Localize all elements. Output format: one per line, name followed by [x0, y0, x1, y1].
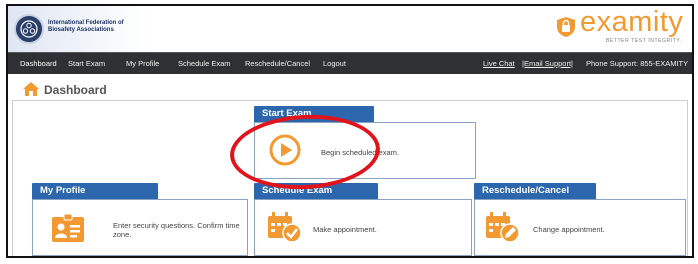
home-icon: [23, 82, 39, 96]
app-window: International Federation of Biosafety As…: [6, 4, 694, 258]
email-support-link[interactable]: |Email Support|: [522, 59, 573, 68]
calendar-edit-icon: [486, 212, 520, 243]
main-navbar: Dashboard Start Exam My Profile Schedule…: [8, 52, 692, 74]
page-title-text: Dashboard: [44, 83, 107, 97]
live-chat-link[interactable]: Live Chat: [483, 59, 515, 68]
my-profile-card[interactable]: Enter security questions. Confirm time z…: [32, 199, 248, 256]
ifba-logo-icon[interactable]: [14, 14, 44, 44]
my-profile-card-text: Enter security questions. Confirm time z…: [113, 221, 240, 239]
phone-support: Phone Support: 855-EXAMITY: [586, 59, 689, 68]
profile-card-icon: [52, 213, 84, 242]
brand-tagline: BETTER TEST INTEGRITY.: [606, 38, 682, 44]
nav-start-exam[interactable]: Start Exam: [68, 59, 105, 68]
examity-logo[interactable]: examity BETTER TEST INTEGRITY.: [556, 6, 686, 48]
calendar-check-icon: [268, 212, 302, 243]
nav-dashboard[interactable]: Dashboard: [20, 59, 57, 68]
nav-my-profile[interactable]: My Profile: [126, 59, 159, 68]
reschedule-cancel-card-title[interactable]: Reschedule/Cancel: [474, 183, 596, 199]
reschedule-cancel-card[interactable]: Change appointment.: [474, 199, 686, 256]
nav-reschedule-cancel[interactable]: Reschedule/Cancel: [245, 59, 310, 68]
nav-schedule-exam[interactable]: Schedule Exam: [178, 59, 231, 68]
nav-logout[interactable]: Logout: [323, 59, 346, 68]
reschedule-cancel-card-text: Change appointment.: [533, 225, 605, 234]
header: International Federation of Biosafety As…: [8, 6, 692, 52]
org-name: International Federation of Biosafety As…: [48, 20, 124, 33]
schedule-exam-card[interactable]: Make appointment.: [254, 199, 472, 256]
my-profile-card-title[interactable]: My Profile: [32, 183, 158, 199]
schedule-exam-card-text: Make appointment.: [313, 225, 377, 234]
brand-name: examity: [580, 6, 684, 38]
shield-lock-icon: [557, 17, 575, 37]
